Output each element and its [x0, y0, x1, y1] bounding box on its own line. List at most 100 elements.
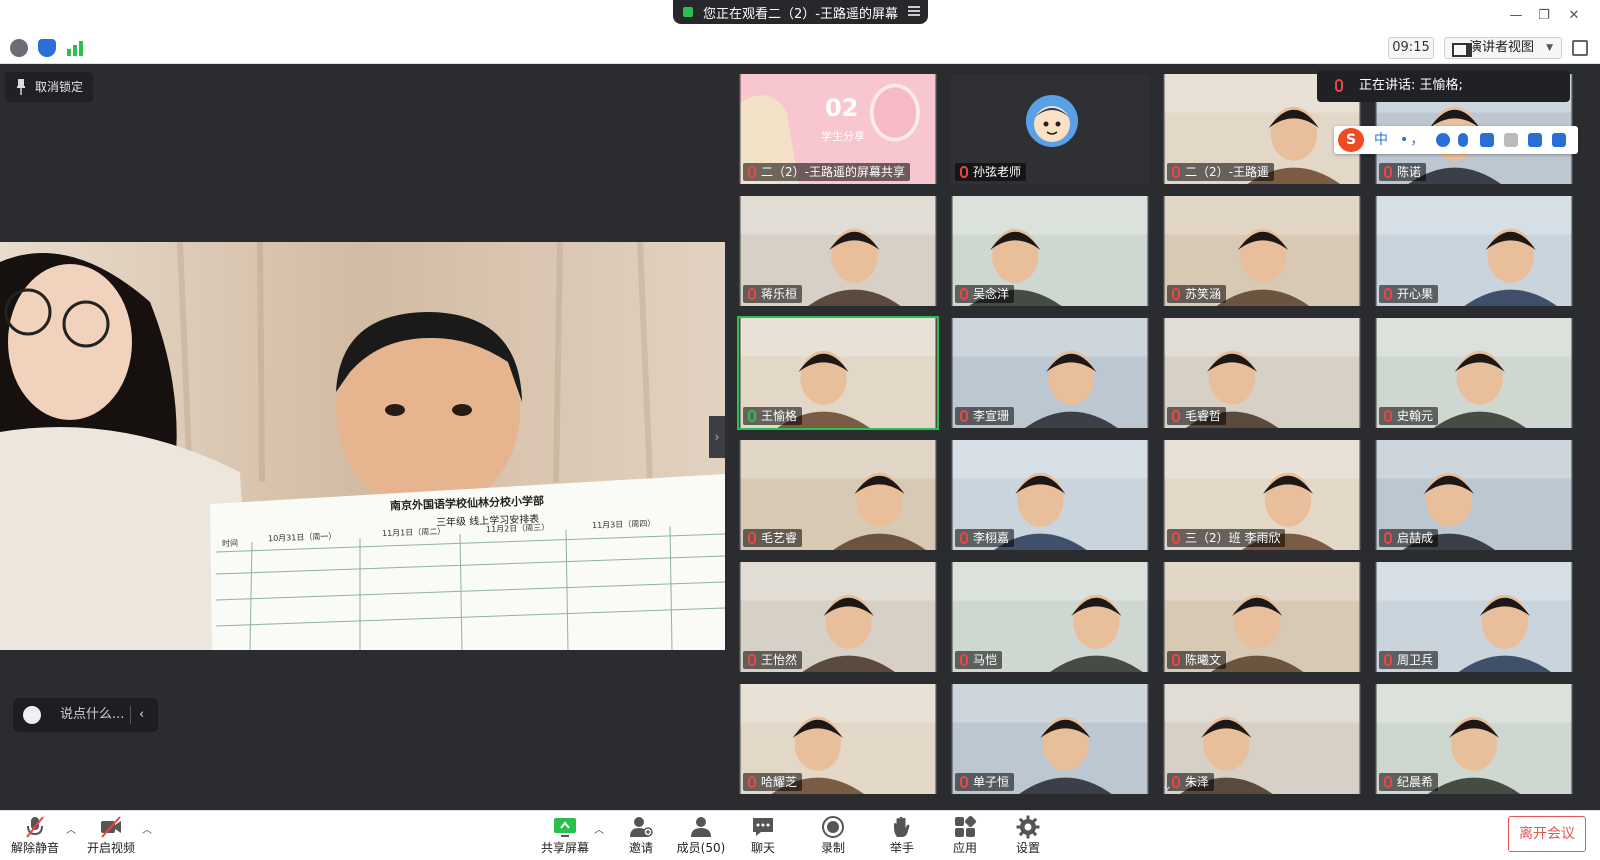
participant-tile[interactable]: 陈曦文: [1161, 560, 1363, 674]
settings-label: 设置: [1015, 841, 1040, 855]
participant-name-tag: 二（2）-王路遥的屏幕共享: [743, 163, 910, 181]
participant-name-tag: 朱泽: [1167, 773, 1215, 791]
view-mode-dropdown[interactable]: 演讲者视图 ▼: [1444, 37, 1562, 59]
ime-mode-label[interactable]: 中: [1374, 126, 1388, 154]
doc-header-0: 时间: [221, 538, 239, 549]
collapse-gallery-button[interactable]: ›: [709, 416, 725, 458]
emoji-icon[interactable]: [23, 706, 41, 724]
raise-hand-label: 举手: [889, 841, 914, 855]
chevron-up-icon[interactable]: ︿: [142, 821, 152, 836]
participant-name-tag: 陈诺: [1379, 163, 1427, 181]
toolbox-grid-icon[interactable]: [1552, 133, 1566, 147]
participant-tile[interactable]: 启喆成: [1373, 438, 1575, 552]
share-menu-icon[interactable]: [908, 6, 920, 16]
participant-name: 孙弦老师: [973, 165, 1022, 179]
participant-tile[interactable]: 毛艺睿: [737, 438, 939, 552]
participant-name: 二（2）-王路遥: [1185, 165, 1269, 179]
participant-tile[interactable]: 三（2）班 李雨欣: [1161, 438, 1363, 552]
participant-name-tag: 三（2）班 李雨欣: [1167, 529, 1286, 547]
keyboard-icon[interactable]: [1480, 133, 1494, 147]
microphone-icon: [1172, 776, 1180, 788]
participant-tile[interactable]: 史翰元: [1373, 316, 1575, 430]
participant-tile[interactable]: 王怡然: [737, 560, 939, 674]
apps-button[interactable]: 应用: [936, 815, 994, 859]
participant-name: 马恺: [973, 653, 998, 667]
input-method-toolbar[interactable]: S 中 •，: [1334, 126, 1578, 154]
chat-input-bar[interactable]: 说点什么... ‹: [13, 698, 158, 732]
participant-tile[interactable]: 王愉格: [737, 316, 939, 430]
chevron-up-icon[interactable]: ︿: [594, 821, 604, 836]
participant-name-tag: 孙弦老师: [955, 163, 1027, 181]
chevron-down-icon: ▼: [1546, 43, 1553, 53]
start-video-button[interactable]: 开启视频: [82, 815, 140, 859]
chat-button[interactable]: 聊天: [734, 815, 792, 859]
participant-tile[interactable]: 苏笑涵: [1161, 194, 1363, 308]
microphone-icon: [960, 776, 968, 788]
unmute-button[interactable]: 解除静音: [6, 815, 64, 859]
participant-name: 开心果: [1397, 287, 1434, 301]
microphone-muted-icon: [26, 816, 44, 838]
security-shield-icon[interactable]: [38, 39, 56, 57]
participant-tile[interactable]: 孙弦老师: [949, 72, 1151, 186]
camera-off-icon: [101, 816, 121, 838]
scroll-down-icon[interactable]: ⌄: [1161, 778, 1173, 794]
participant-tile[interactable]: 周卫兵: [1373, 560, 1575, 674]
sharing-status-icon: [683, 7, 693, 17]
participant-name-tag: 李宣珊: [955, 407, 1015, 425]
user-icon[interactable]: [1504, 133, 1518, 147]
microphone-icon: [748, 166, 756, 178]
speaker-video-frame: [0, 242, 725, 650]
record-button[interactable]: 录制: [804, 815, 862, 859]
microphone-icon: [1172, 166, 1180, 178]
participant-name-tag: 王愉格: [743, 407, 803, 425]
restore-icon[interactable]: ❐: [1534, 6, 1554, 26]
participant-name-tag: 毛睿哲: [1167, 407, 1227, 425]
participant-tile[interactable]: 单子恒: [949, 682, 1151, 796]
participant-tile[interactable]: 李栩嘉: [949, 438, 1151, 552]
chevron-up-icon[interactable]: ︿: [66, 821, 76, 836]
microphone-icon: [748, 654, 756, 666]
chat-bubble-icon: [753, 818, 773, 836]
participant-tile[interactable]: 纪晨希: [1373, 682, 1575, 796]
participant-name: 周卫兵: [1397, 653, 1434, 667]
unlock-button[interactable]: 取消锁定: [5, 72, 93, 102]
sogou-logo-icon[interactable]: S: [1338, 128, 1364, 152]
voice-input-icon[interactable]: [1458, 133, 1468, 147]
active-speaker-video[interactable]: 南京外国语学校仙林分校小学部 三年级 线上学习安排表 时间 10月31日（周一）…: [0, 242, 725, 650]
participant-name: 王愉格: [761, 409, 798, 423]
emoji-icon[interactable]: [1436, 133, 1450, 147]
microphone-icon: [960, 166, 968, 178]
participant-tile[interactable]: 毛睿哲: [1161, 316, 1363, 430]
chevron-left-icon[interactable]: ‹: [139, 698, 144, 732]
participant-tile[interactable]: 02 学生分享 二（2）-王路遥的屏幕共享: [737, 72, 939, 186]
participant-name: 单子恒: [973, 775, 1010, 789]
microphone-icon: [1384, 166, 1392, 178]
participant-tile[interactable]: 哈耀芝: [737, 682, 939, 796]
microphone-icon: [1384, 410, 1392, 422]
participant-tile[interactable]: 朱泽: [1161, 682, 1363, 796]
skin-shirt-icon[interactable]: [1528, 133, 1542, 147]
members-button[interactable]: 成员(50): [672, 815, 730, 859]
scroll-up-icon[interactable]: ⌃: [1161, 74, 1173, 90]
participant-tile[interactable]: 马恺: [949, 560, 1151, 674]
ime-punctuation-label[interactable]: •，: [1400, 126, 1426, 154]
leave-meeting-button[interactable]: 离开会议: [1508, 816, 1586, 852]
minimize-icon[interactable]: —: [1506, 6, 1526, 26]
participant-tile[interactable]: 蒋乐桓: [737, 194, 939, 308]
raise-hand-button[interactable]: 举手: [873, 815, 931, 859]
invite-button[interactable]: 邀请: [612, 815, 670, 859]
meeting-controls-bar: 解除静音 ︿ 开启视频 ︿ 共享屏幕 ︿ 邀请 成员(50) 聊天 录制 举手 …: [0, 810, 1600, 860]
participant-tile[interactable]: 吴念洋: [949, 194, 1151, 308]
signal-strength-icon[interactable]: [66, 39, 84, 57]
microphone-icon: [748, 288, 756, 300]
microphone-icon: [1172, 654, 1180, 666]
settings-button[interactable]: 设置: [999, 815, 1057, 859]
close-icon[interactable]: ✕: [1564, 6, 1584, 26]
fullscreen-icon[interactable]: [1572, 40, 1588, 56]
share-screen-button[interactable]: 共享屏幕: [536, 815, 594, 859]
participant-tile[interactable]: 开心果: [1373, 194, 1575, 308]
participant-name: 史翰元: [1397, 409, 1434, 423]
screen-share-indicator[interactable]: 您正在观看二（2）-王路遥的屏幕: [673, 0, 928, 24]
info-icon[interactable]: [10, 39, 28, 57]
participant-tile[interactable]: 李宣珊: [949, 316, 1151, 430]
